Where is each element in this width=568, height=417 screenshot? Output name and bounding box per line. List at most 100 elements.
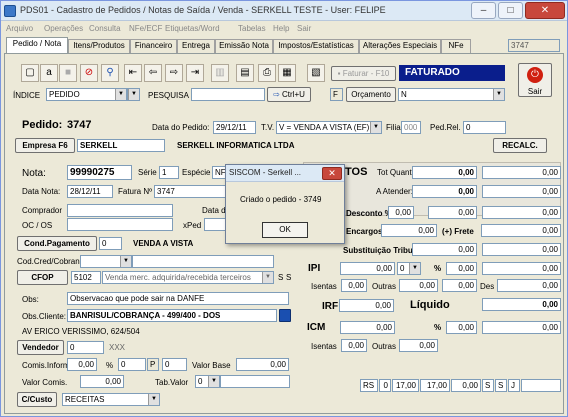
menu-sair[interactable]: Sair [297,24,311,33]
ipi-pct-value[interactable]: 0,00 [446,262,477,275]
menu-help[interactable]: Help [273,24,289,33]
total-right-1: 0,00 [482,166,561,179]
last-record-icon[interactable]: ⇥ [186,64,204,82]
save-disk-icon[interactable] [279,309,291,322]
obs-input[interactable]: Observacao que pode sair na DANFE [67,292,289,305]
cred-cobranca-select[interactable]: ▼ [80,255,132,268]
tab-valor-value: 0 [198,377,203,386]
data-pedido-input[interactable]: 29/12/11 [213,121,256,134]
nota-number-input[interactable]: 99990275 [67,165,132,180]
frete-value[interactable]: 0,00 [481,224,561,237]
maximize-button[interactable]: □ [498,2,523,19]
icm-pct-value[interactable]: 0,00 [446,321,477,334]
cfop-desc-select[interactable]: Venda merc. adquirida/recebida terceiros… [102,271,274,284]
vendedor-button[interactable]: Vendedor [17,340,64,355]
menu-consulta[interactable]: Consulta [89,24,121,33]
indice-order-select[interactable]: ▼ [127,88,140,101]
cond-pagamento-input[interactable]: 0 [99,237,122,250]
report-icon[interactable]: ▧ [307,64,325,82]
orcamento-button[interactable]: Orçamento [346,87,396,102]
indice-select[interactable]: PEDIDO ▼ [46,88,127,101]
especie-label: Espécie [182,168,211,177]
ctrlu-button[interactable]: ⇨ Ctrl+U [267,87,311,102]
des-label: Des [480,282,495,291]
title-bar: PDS01 - Cadastro de Pedidos / Notas de S… [1,1,567,21]
recalc-button[interactable]: RECALC. [493,138,547,153]
next-record-icon[interactable]: ⇨ [165,64,183,82]
tab-itens-produtos[interactable]: Itens/Produtos [68,39,130,53]
cfop-input[interactable]: 5102 [71,271,101,284]
oc-os-input[interactable] [67,218,173,231]
menu-operacoes[interactable]: Operações [44,24,83,33]
cond-pagamento-button[interactable]: Cond.Pagamento [17,236,97,251]
close-button[interactable]: ✕ [525,2,565,19]
empresa-button[interactable]: Empresa F6 [15,138,75,153]
serie-label: Série [138,168,157,177]
ipi-label: IPI [308,263,321,274]
comis-inform-input[interactable]: 0,00 [67,358,97,371]
delete-trash-icon[interactable]: ▥ [211,64,229,82]
print-preview-icon[interactable]: ▤ [236,64,254,82]
status-zero: 0 [379,379,391,392]
previous-record-icon[interactable]: ⇦ [144,64,162,82]
icm-pct-label: % [434,323,442,332]
p-input[interactable]: 0 [162,358,187,371]
menu-etiquetas-word[interactable]: Etiquetas/Word [165,24,220,33]
faturar-button[interactable]: ▪ Faturar - F10 [331,66,396,81]
cancel-icon[interactable]: ⊘ [80,64,98,82]
menu-tabelas[interactable]: Tabelas [238,24,266,33]
pesquisa-input[interactable] [191,88,265,101]
desconto-label: Desconto % [346,209,392,218]
obs-cliente-line2: AV ERICO VERISSIMO, 624/504 [22,327,140,336]
ccusto-select[interactable]: RECEITAS ▼ [62,393,160,406]
pedrel-input[interactable]: 0 [463,121,506,134]
ipi-code-select[interactable]: 0 ▼ [397,262,421,275]
valor-comis-input[interactable]: 0,00 [80,375,124,388]
menu-arquivo[interactable]: Arquivo [6,24,33,33]
fatura-input[interactable]: 3747 [154,185,232,198]
app-icon [4,5,16,17]
filial-input[interactable]: 000 [401,121,421,134]
vendedor-input[interactable]: 0 [67,341,104,354]
search-icon[interactable]: ⚲ [101,64,119,82]
serie-input[interactable]: 1 [159,166,179,179]
tab-impostos-estatisticas[interactable]: Impostos/Estatísticas [273,39,359,53]
obs-cliente-input[interactable]: BANRISUL/COBRANÇA - 499/400 - DOS [67,309,277,322]
edit-text-icon[interactable]: a [40,64,58,82]
dialog-message: Criado o pedido - 3749 [240,195,322,204]
vendedor-mark: XXX [109,343,126,352]
desconto-value[interactable]: 0,00 [428,206,477,219]
ccusto-button[interactable]: C/Custo [17,392,57,407]
cfop-button[interactable]: CFOP [17,270,68,285]
save-disk-icon[interactable]: ■ [59,64,77,82]
tab-nfe[interactable]: NFe [441,39,471,53]
comprador-input[interactable] [67,204,173,217]
tab-alteracoes-especiais[interactable]: Alterações Especiais [359,39,441,53]
print-copy-icon[interactable]: ▦ [278,64,296,82]
empresa-input[interactable]: SERKELL [77,139,165,152]
cred-cobranca-desc [132,255,274,268]
sair-button[interactable]: ⏻ Sair [518,63,552,97]
dialog-ok-button[interactable]: OK [262,222,308,238]
tv-select[interactable]: V = VENDA A VISTA (EF) ▼ [276,121,382,134]
tab-entrega[interactable]: Entrega [177,39,215,53]
tab-pedido-nota[interactable]: Pedido / Nota [6,37,68,54]
encargos-value[interactable]: 0,00 [381,224,437,237]
comis-zero-input[interactable]: 0 [118,358,146,371]
n-select[interactable]: N ▼ [398,88,505,101]
valor-base-input[interactable]: 0,00 [236,358,289,371]
desconto-pct-input[interactable]: 0,00 [388,206,414,219]
minimize-button[interactable]: – [471,2,496,19]
data-nota-input[interactable]: 28/12/11 [67,185,113,198]
printer-icon[interactable]: ⎙ [258,64,276,82]
tab-valor-select[interactable]: 0 ▼ [195,375,220,388]
menu-bar: Arquivo Operações Consulta NFe/ECF Etiqu… [1,22,567,36]
tab-financeiro[interactable]: Financeiro [130,39,177,53]
menu-nfe-ecf[interactable]: NFe/ECF [129,24,162,33]
tab-emissao-nota[interactable]: Emissão Nota [215,39,273,53]
new-document-icon[interactable]: ▢ [21,64,39,82]
status-flag-2: S [495,379,507,392]
dialog-close-button[interactable]: ✕ [322,167,342,180]
filial-label: Filial [386,123,403,132]
first-record-icon[interactable]: ⇤ [124,64,142,82]
